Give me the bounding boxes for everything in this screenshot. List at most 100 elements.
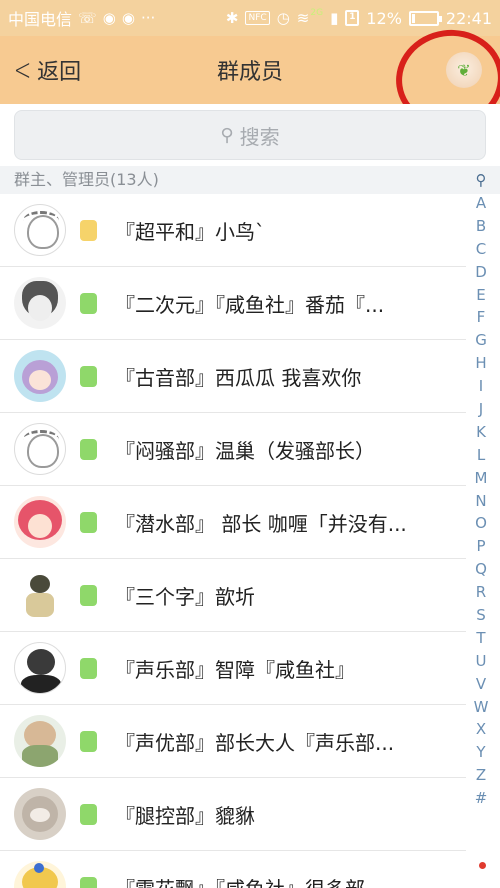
member-row[interactable]: 『闷骚部』温巢（发骚部长） <box>0 413 466 486</box>
index-letter[interactable]: X <box>476 718 486 741</box>
level-badge <box>80 292 97 314</box>
index-letter[interactable]: T <box>476 627 485 650</box>
index-letter[interactable]: C <box>476 238 486 261</box>
bw-avatar[interactable] <box>14 642 66 694</box>
member-name: 『声优部』部长大人『声乐部... <box>115 730 395 755</box>
page-title: 群成员 <box>216 60 283 85</box>
index-letter[interactable]: F <box>477 306 486 329</box>
member-name: 『雪花飘』『咸鱼社』很多部 <box>115 873 365 888</box>
index-letter[interactable]: L <box>477 444 485 467</box>
index-letter[interactable]: H <box>475 352 486 375</box>
search-placeholder: 搜索 <box>239 124 280 149</box>
sketch-avatar[interactable] <box>14 204 66 256</box>
battery-percent: 12% <box>366 8 402 28</box>
member-name: 『超平和』小鸟ˋ <box>115 219 265 244</box>
battery-icon <box>408 10 442 26</box>
member-list: 『超平和』小鸟ˋ 『二次元』『咸鱼社』番茄『... 『古音部』西瓜瓜 我喜欢你 『闷骚… <box>0 194 466 888</box>
alphabet-index-bar[interactable]: ⚲ A B C D E F G H I J K L M N O P Q R S T U V W X Y Z # <box>468 168 494 810</box>
alarm-icon: ◷ <box>276 8 290 27</box>
index-letter[interactable]: O <box>475 512 487 535</box>
sim-icon: 1 <box>345 10 360 26</box>
index-letter[interactable]: # <box>475 787 488 810</box>
index-letter[interactable]: J <box>479 398 483 421</box>
missed-call-icon: ☏ <box>78 8 97 27</box>
member-row[interactable]: 『腿控部』貔貅 <box>0 778 466 851</box>
member-row[interactable]: 『古音部』西瓜瓜 我喜欢你 <box>0 340 466 413</box>
dark-hair-avatar[interactable] <box>14 277 66 329</box>
member-row[interactable]: 『三个字』歆圻 <box>0 559 466 632</box>
index-letter[interactable]: I <box>479 375 483 398</box>
index-letter[interactable]: W <box>474 696 489 719</box>
status-bar: 中国电信 ☏ ◉ ◉ ··· ✱ NFC ◷ ≋ 2G ▮ 1 12% 22:4… <box>0 0 500 36</box>
index-letter[interactable]: Q <box>475 558 487 581</box>
index-letter[interactable]: A <box>476 192 486 215</box>
wifi-icon: ≋ <box>296 8 310 27</box>
purple-hair-avatar[interactable] <box>14 350 66 402</box>
weibo-icon: ◉ <box>102 8 116 27</box>
level-badge <box>80 803 97 825</box>
blonde-avatar[interactable] <box>14 861 66 888</box>
member-name: 『三个字』歆圻 <box>115 584 255 609</box>
status-left: 中国电信 ☏ ◉ ◉ ··· <box>8 6 155 30</box>
level-badge <box>80 365 97 387</box>
index-letter[interactable]: U <box>476 650 487 673</box>
index-letter[interactable]: G <box>475 329 487 352</box>
sketch-avatar[interactable] <box>14 423 66 475</box>
nfc-icon: NFC <box>245 11 270 25</box>
unread-dot <box>479 862 486 869</box>
carrier-label: 中国电信 <box>8 10 73 29</box>
level-badge <box>80 511 97 533</box>
index-letter[interactable]: S <box>476 604 486 627</box>
index-letter[interactable]: B <box>476 215 486 238</box>
battery-fill <box>411 13 415 23</box>
back-button[interactable]: < 返回 <box>10 36 81 104</box>
level-badge <box>80 438 97 460</box>
index-letter[interactable]: Y <box>476 741 485 764</box>
back-label: 返回 <box>37 60 82 85</box>
signal-icon: ▮ <box>330 8 339 27</box>
level-badge <box>80 584 97 606</box>
index-letter[interactable]: Z <box>476 764 486 787</box>
chevron-left-icon: < <box>13 52 32 88</box>
index-letter[interactable]: N <box>475 490 486 513</box>
search-icon: ⚲ <box>220 124 234 146</box>
clock: 22:41 <box>445 8 492 28</box>
nav-header: < 返回 群成员 ❦ <box>0 36 500 104</box>
index-search-icon[interactable]: ⚲ <box>476 168 487 192</box>
group-avatar-button[interactable]: ❦ <box>446 52 482 88</box>
member-name: 『潜水部』 部长 咖喱「并没有... <box>115 511 407 536</box>
index-letter[interactable]: M <box>475 467 488 490</box>
member-name: 『二次元』『咸鱼社』番茄『... <box>115 292 385 317</box>
index-letter[interactable]: D <box>475 261 487 284</box>
boy-avatar[interactable] <box>14 715 66 767</box>
level-badge <box>80 219 97 241</box>
red-hair-avatar[interactable] <box>14 496 66 548</box>
member-row[interactable]: 『声乐部』智障『咸鱼社』 <box>0 632 466 705</box>
level-badge <box>80 876 97 888</box>
member-row[interactable]: 『雪花飘』『咸鱼社』很多部 <box>0 851 466 888</box>
more-icon: ··· <box>140 8 156 27</box>
kid-avatar[interactable] <box>14 569 66 621</box>
level-badge <box>80 730 97 752</box>
level-badge <box>80 657 97 679</box>
member-row[interactable]: 『超平和』小鸟ˋ <box>0 194 466 267</box>
index-letter[interactable]: K <box>476 421 486 444</box>
cat-avatar[interactable] <box>14 788 66 840</box>
index-letter[interactable]: E <box>476 284 485 307</box>
bluetooth-icon: ✱ <box>225 8 239 27</box>
member-name: 『声乐部』智障『咸鱼社』 <box>115 657 355 682</box>
index-letter[interactable]: V <box>476 673 486 696</box>
index-letter[interactable]: P <box>476 535 485 558</box>
member-name: 『闷骚部』温巢（发骚部长） <box>115 438 375 463</box>
member-row[interactable]: 『潜水部』 部长 咖喱「并没有... <box>0 486 466 559</box>
search-input[interactable]: ⚲ 搜索 <box>14 110 486 160</box>
member-name: 『腿控部』貔貅 <box>115 803 255 828</box>
status-right: ✱ NFC ◷ ≋ 2G ▮ 1 12% 22:41 <box>225 8 492 28</box>
index-letter[interactable]: R <box>476 581 486 604</box>
member-row[interactable]: 『二次元』『咸鱼社』番茄『... <box>0 267 466 340</box>
section-header: 群主、管理员(13人) <box>0 166 500 194</box>
member-name: 『古音部』西瓜瓜 我喜欢你 <box>115 365 362 390</box>
weibo-icon: ◉ <box>121 8 135 27</box>
sprout-icon: ❦ <box>457 60 471 80</box>
member-row[interactable]: 『声优部』部长大人『声乐部... <box>0 705 466 778</box>
